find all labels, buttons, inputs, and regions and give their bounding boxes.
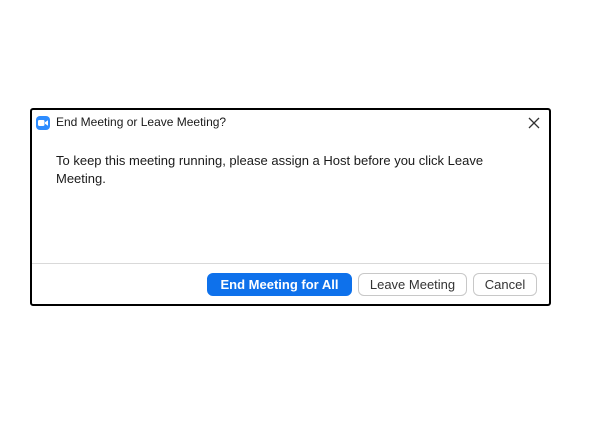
dialog-titlebar: End Meeting or Leave Meeting? [32, 110, 549, 136]
zoom-video-camera-icon [36, 116, 50, 130]
footer-divider [32, 263, 549, 264]
dialog-title: End Meeting or Leave Meeting? [56, 115, 227, 129]
leave-meeting-button[interactable]: Leave Meeting [358, 273, 467, 296]
end-meeting-dialog: End Meeting or Leave Meeting? To keep th… [30, 108, 551, 306]
end-meeting-for-all-button[interactable]: End Meeting for All [207, 273, 352, 296]
cancel-button[interactable]: Cancel [473, 273, 537, 296]
close-icon[interactable] [526, 115, 542, 131]
dialog-message: To keep this meeting running, please ass… [56, 153, 484, 186]
